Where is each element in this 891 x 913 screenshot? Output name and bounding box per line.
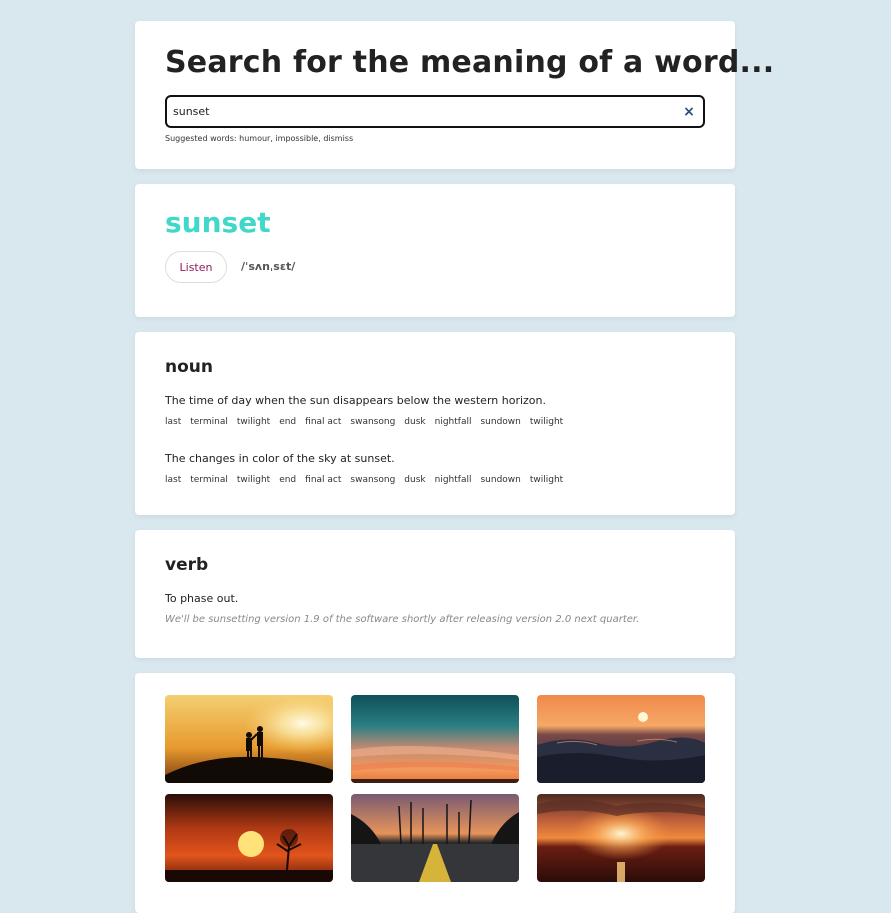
phonetic: /ˈsʌnˌsɛt/ (241, 260, 296, 273)
synonym[interactable]: swansong (350, 475, 395, 485)
palm-road-sunset-photo[interactable] (351, 794, 519, 882)
synonym[interactable]: twilight (237, 417, 270, 427)
synonym[interactable]: twilight (530, 417, 563, 427)
word-title: sunset (165, 206, 271, 239)
synonym[interactable]: nightfall (435, 417, 472, 427)
gallery-card (135, 673, 735, 913)
synonym[interactable]: last (165, 475, 181, 485)
synonym[interactable]: final act (305, 475, 341, 485)
synonym[interactable]: final act (305, 417, 341, 427)
ocean-wave-sunset-photo[interactable] (537, 695, 705, 783)
suggested-word-humour[interactable]: humour (239, 134, 270, 143)
teal-orange-sky-photo[interactable] (351, 695, 519, 783)
synonym[interactable]: twilight (530, 475, 563, 485)
couple-silhouette-sunset-photo[interactable] (165, 695, 333, 783)
suggested-word-dismiss[interactable]: dismiss (323, 134, 353, 143)
synonym[interactable]: dusk (404, 475, 425, 485)
synonym[interactable]: terminal (190, 417, 228, 427)
verb-definition: To phase out. (165, 592, 239, 605)
synonym[interactable]: dusk (404, 417, 425, 427)
part-of-speech-noun: noun (165, 357, 213, 377)
synonym[interactable]: terminal (190, 475, 228, 485)
verb-example: We'll be sunsetting version 1.9 of the s… (165, 614, 640, 625)
synonym[interactable]: swansong (350, 417, 395, 427)
noun-card: noun The time of day when the sun disapp… (135, 332, 735, 515)
suggested-prefix: Suggested words: (165, 134, 240, 143)
noun-definition-1: The time of day when the sun disappears … (165, 394, 546, 407)
synonym[interactable]: twilight (237, 475, 270, 485)
synonym[interactable]: sundown (480, 475, 520, 485)
synonym[interactable]: nightfall (435, 475, 472, 485)
synonym[interactable]: last (165, 417, 181, 427)
part-of-speech-verb: verb (165, 555, 209, 575)
suggested-word-impossible[interactable]: impossible (275, 134, 318, 143)
image-gallery (165, 695, 705, 882)
search-input[interactable] (173, 105, 681, 118)
listen-button[interactable]: Listen (165, 251, 227, 283)
noun-definition-2: The changes in color of the sky at sunse… (165, 452, 395, 465)
synonym[interactable]: sundown (480, 417, 520, 427)
noun-synonyms-1: last terminal twilight end final act swa… (165, 417, 563, 427)
clear-icon[interactable]: × (681, 104, 697, 120)
synonym[interactable]: end (279, 475, 296, 485)
suggested-words: Suggested words: humour, impossible, dis… (165, 134, 354, 143)
tree-silhouette-sunset-photo[interactable] (165, 794, 333, 882)
verb-card: verb To phase out. We'll be sunsetting v… (135, 530, 735, 658)
noun-synonyms-2: last terminal twilight end final act swa… (165, 475, 563, 485)
search-card: Search for the meaning of a word... × Su… (135, 21, 774, 169)
word-card: sunset Listen /ˈsʌnˌsɛt/ (135, 184, 735, 317)
synonym[interactable]: end (279, 417, 296, 427)
search-title: Search for the meaning of a word... (165, 45, 775, 80)
sea-sunset-clouds-photo[interactable] (537, 794, 705, 882)
search-box[interactable]: × (165, 95, 705, 128)
